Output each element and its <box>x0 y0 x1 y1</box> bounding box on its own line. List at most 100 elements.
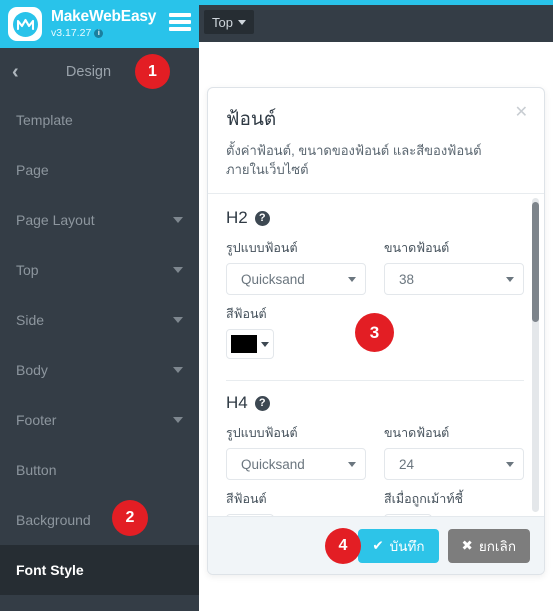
x-icon: ✖ <box>461 537 473 553</box>
top-dropdown-label: Top <box>212 14 233 30</box>
section-heading-label: H2 <box>226 208 248 227</box>
check-icon: ✔ <box>372 537 384 553</box>
caret-down-icon <box>506 276 514 282</box>
top-dropdown-button[interactable]: Top <box>204 10 254 34</box>
sidebar-item-font-style[interactable]: Font Style <box>0 545 199 595</box>
close-icon[interactable]: ✕ <box>515 105 528 121</box>
caret-down-icon <box>348 461 356 467</box>
hamburger-bar <box>169 13 191 17</box>
color-row: สีฟ้อนต์ สีเมื่อถูกเม้าท์ชี้ <box>226 489 524 516</box>
sidebar-items: Template Page Page Layout Top Side Body Footer… <box>0 95 199 611</box>
modal-body: H2? รูปแบบฟ้อนต์ Quicksand ขนาดฟ้อนต์ 38 สีฟ้… <box>208 193 544 516</box>
sidebar-item-theme[interactable]: Theme <box>0 595 199 611</box>
sidebar: ‹ Design Template Page Page Layout Top Side B… <box>0 48 199 611</box>
font-size-select-value: 24 <box>399 456 415 472</box>
sidebar-item-label: Footer <box>16 412 57 428</box>
sidebar-item-label: Top <box>16 262 39 278</box>
sidebar-item-template[interactable]: Template <box>0 95 199 145</box>
modal-footer: ✔ บันทึก ✖ ยกเลิก <box>208 516 544 574</box>
font-row: รูปแบบฟ้อนต์ Quicksand ขนาดฟ้อนต์ 38 <box>226 238 524 304</box>
font-color-picker[interactable] <box>226 329 274 359</box>
brand-name: MakeWebEasy <box>51 8 157 26</box>
font-size-label: ขนาดฟ้อนต์ <box>384 426 450 440</box>
caret-down-icon <box>237 19 246 25</box>
font-color-field: สีฟ้อนต์ <box>226 489 366 516</box>
modal-header: ฟ้อนต์ ตั้งค่าฟ้อนต์, ขนาดของฟ้อนต์ และส… <box>208 88 544 190</box>
caret-down-icon[interactable] <box>173 417 183 423</box>
hamburger-bar <box>169 20 191 24</box>
font-size-field: ขนาดฟ้อนต์ 38 <box>384 238 524 295</box>
font-color-field: สีฟ้อนต์ <box>226 304 366 359</box>
hover-color-label: สีเมื่อถูกเม้าท์ชี้ <box>384 492 464 506</box>
help-icon[interactable]: ? <box>254 395 270 411</box>
hover-color-field: สีเมื่อถูกเม้าท์ชี้ <box>384 489 524 516</box>
caret-down-icon[interactable] <box>173 267 183 273</box>
sidebar-item-background[interactable]: Background <box>0 495 199 545</box>
sidebar-item-footer[interactable]: Footer <box>0 395 199 445</box>
step-badge-4: 4 <box>325 528 361 564</box>
caret-down-icon <box>261 341 269 347</box>
modal-description: ตั้งค่าฟ้อนต์, ขนาดของฟ้อนต์ และสีของฟ้อ… <box>226 143 482 177</box>
sidebar-item-page[interactable]: Page <box>0 145 199 195</box>
step-badge-3: 3 <box>355 313 394 352</box>
main-navbar: Top <box>199 0 553 42</box>
font-family-label: รูปแบบฟ้อนต์ <box>226 241 298 255</box>
sidebar-item-label: Page Layout <box>16 212 95 228</box>
hamburger-bar <box>169 27 191 31</box>
font-family-field: รูปแบบฟ้อนต์ Quicksand <box>226 423 366 480</box>
sidebar-item-label: Template <box>16 112 73 128</box>
font-family-select[interactable]: Quicksand <box>226 448 366 480</box>
makewebeasy-logo-icon[interactable] <box>8 7 42 41</box>
font-size-select[interactable]: 38 <box>384 263 524 295</box>
font-family-field: รูปแบบฟ้อนต์ Quicksand <box>226 238 366 295</box>
font-size-label: ขนาดฟ้อนต์ <box>384 241 450 255</box>
save-button[interactable]: ✔ บันทึก <box>358 528 439 563</box>
info-icon[interactable]: i <box>94 28 104 38</box>
font-size-select[interactable]: 24 <box>384 448 524 480</box>
caret-down-icon <box>506 461 514 467</box>
font-color-label: สีฟ้อนต์ <box>226 492 267 506</box>
brand-bar: MakeWebEasy v3.17.27 i <box>0 0 199 48</box>
sidebar-item-label: Button <box>16 462 57 478</box>
brand-version-text: v3.17.27 <box>51 26 92 39</box>
caret-down-icon[interactable] <box>173 367 183 373</box>
save-button-label: บันทึก <box>389 538 425 554</box>
font-family-select-value: Quicksand <box>241 271 305 287</box>
cancel-button-label: ยกเลิก <box>478 538 516 554</box>
sidebar-item-side[interactable]: Side <box>0 295 199 345</box>
caret-down-icon <box>348 276 356 282</box>
font-color-label: สีฟ้อนต์ <box>226 307 267 321</box>
navbar-accent-bar <box>199 0 553 5</box>
font-section-h4: H4? รูปแบบฟ้อนต์ Quicksand ขนาดฟ้อนต์ 24 สีฟ้… <box>226 380 524 516</box>
sidebar-item-label: Body <box>16 362 48 378</box>
font-family-select-value: Quicksand <box>241 456 305 472</box>
font-size-select-value: 38 <box>399 271 415 287</box>
modal-scrollbar-thumb[interactable] <box>532 202 539 322</box>
caret-down-icon[interactable] <box>173 317 183 323</box>
sidebar-item-button[interactable]: Button <box>0 445 199 495</box>
chevron-left-icon[interactable]: ‹ <box>12 62 19 82</box>
sidebar-item-page-layout[interactable]: Page Layout <box>0 195 199 245</box>
sidebar-item-label: Background <box>16 512 91 528</box>
brand-version: v3.17.27 i <box>51 26 156 39</box>
sidebar-item-label: Font Style <box>16 562 84 578</box>
hamburger-menu-icon[interactable] <box>169 13 191 31</box>
step-badge-2: 2 <box>112 500 148 536</box>
section-heading: H2? <box>226 208 524 228</box>
font-size-field: ขนาดฟ้อนต์ 24 <box>384 423 524 480</box>
sidebar-item-top[interactable]: Top <box>0 245 199 295</box>
caret-down-icon[interactable] <box>173 217 183 223</box>
font-family-label: รูปแบบฟ้อนต์ <box>226 426 298 440</box>
sidebar-item-label: Page <box>16 162 49 178</box>
logo-circle <box>12 11 38 37</box>
brand-texts: MakeWebEasy v3.17.27 i <box>51 8 157 39</box>
section-heading: H4? <box>226 393 524 413</box>
sidebar-item-body[interactable]: Body <box>0 345 199 395</box>
font-family-select[interactable]: Quicksand <box>226 263 366 295</box>
main-content: Top ฟ้อนต์ ตั้งค่าฟ้อนต์, ขนาดของฟ้อนต์ … <box>199 0 553 611</box>
cancel-button[interactable]: ✖ ยกเลิก <box>447 528 530 563</box>
step-badge-1: 1 <box>135 54 170 89</box>
modal-title: ฟ้อนต์ <box>226 109 277 130</box>
help-icon[interactable]: ? <box>254 210 270 226</box>
